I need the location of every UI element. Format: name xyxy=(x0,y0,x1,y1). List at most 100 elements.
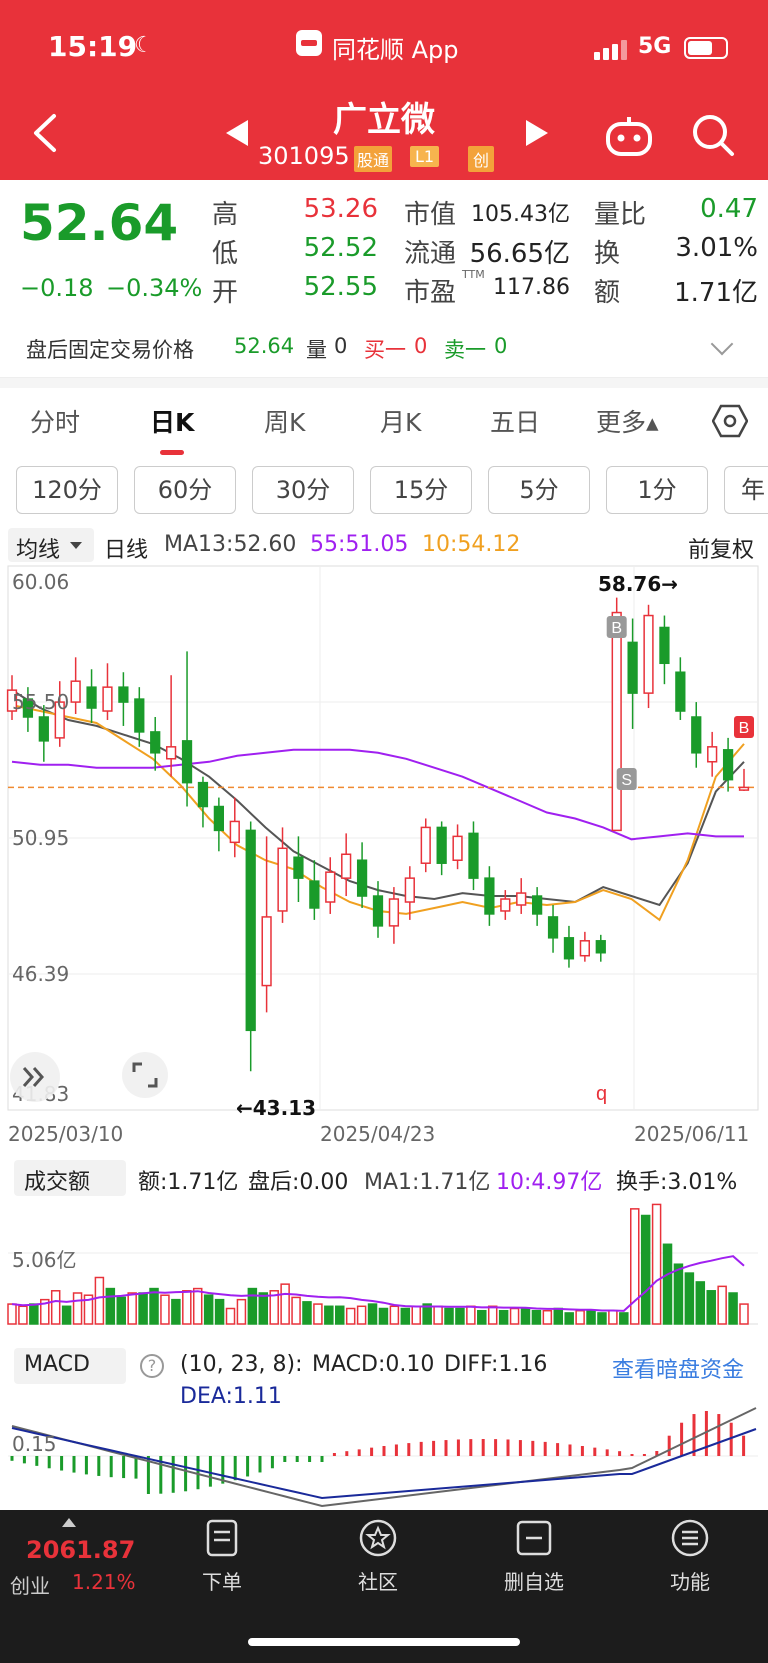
volume-bar xyxy=(542,1309,553,1325)
candle-body xyxy=(341,853,352,879)
macd-bar xyxy=(382,1446,386,1456)
macd-bar xyxy=(407,1443,411,1456)
menu-icon[interactable] xyxy=(670,1518,710,1558)
macd-bar xyxy=(481,1439,485,1456)
volume-bar xyxy=(553,1307,564,1325)
bottom-item-functions[interactable]: 功能 xyxy=(640,1566,740,1595)
candle-body xyxy=(38,716,49,742)
candle-body xyxy=(213,805,224,832)
candle-body xyxy=(675,671,686,712)
macd-bar xyxy=(171,1456,175,1493)
candle-body xyxy=(293,856,304,879)
volume-bar xyxy=(203,1294,214,1325)
candle-body xyxy=(277,847,288,912)
candle-body xyxy=(372,895,384,927)
volume-bar xyxy=(160,1294,170,1325)
volume-bar xyxy=(378,1307,389,1325)
candle-body xyxy=(707,746,718,763)
volume-bar xyxy=(466,1305,476,1325)
volume-bar xyxy=(662,1243,673,1325)
candle-body xyxy=(181,740,193,784)
macd-dark-pool-link[interactable]: 查看暗盘资金 xyxy=(612,1352,744,1384)
volume-bar xyxy=(138,1292,148,1325)
volume-bar xyxy=(335,1305,345,1325)
order-icon[interactable] xyxy=(202,1518,242,1558)
candle-body xyxy=(86,686,97,709)
macd-bar xyxy=(208,1456,212,1487)
macd-bar xyxy=(543,1441,547,1456)
candle-body xyxy=(452,835,463,861)
bottom-item-community[interactable]: 社区 xyxy=(328,1566,428,1595)
volume-bar xyxy=(706,1290,716,1325)
bottom-item-remove-watchlist[interactable]: 删自选 xyxy=(484,1566,584,1595)
help-icon[interactable]: ? xyxy=(140,1354,164,1378)
candle-body xyxy=(595,940,606,954)
macd-bar xyxy=(605,1449,609,1456)
vol-ma10: 10:4.97亿 xyxy=(496,1170,603,1195)
community-icon[interactable] xyxy=(358,1518,398,1558)
index-pct: 1.21% xyxy=(72,1570,136,1594)
candle-body xyxy=(325,871,336,903)
volume-bar xyxy=(214,1298,225,1325)
candle-body xyxy=(356,859,368,897)
macd-bar xyxy=(394,1444,398,1456)
volume-bar xyxy=(356,1305,367,1325)
macd-bar xyxy=(47,1456,51,1469)
candle-body xyxy=(245,829,256,1032)
candle-body xyxy=(404,877,415,903)
y-tick: 50.95 xyxy=(12,826,70,850)
macd-bar xyxy=(35,1456,39,1466)
volume-bar xyxy=(739,1303,749,1325)
expand-up-icon[interactable] xyxy=(62,1518,76,1527)
trade-marker-label: B xyxy=(739,720,750,737)
candle-body xyxy=(722,749,734,781)
macd-bar xyxy=(742,1435,746,1456)
macd-bar xyxy=(370,1447,374,1456)
macd-bar xyxy=(444,1440,448,1456)
volume-bar xyxy=(247,1287,258,1325)
remove-watchlist-icon[interactable] xyxy=(514,1518,554,1558)
volume-bar xyxy=(345,1307,356,1325)
candle-body xyxy=(532,895,543,915)
candle-body xyxy=(436,826,447,864)
macd-bar xyxy=(332,1453,336,1456)
low-annotation: ←43.13 xyxy=(236,1096,317,1120)
candle-body xyxy=(388,898,400,927)
volume-bar xyxy=(597,1312,607,1325)
macd-dea: DEA:1.11 xyxy=(180,1384,282,1409)
candle-body xyxy=(150,731,161,754)
macd-bar xyxy=(494,1439,498,1456)
kline-chart[interactable]: B S Bq xyxy=(0,0,768,1510)
bottom-item-order[interactable]: 下单 xyxy=(172,1566,272,1595)
macd-bar xyxy=(22,1456,26,1464)
fit-screen-icon[interactable] xyxy=(122,1052,168,1098)
macd-bar xyxy=(246,1456,250,1477)
volume-bar xyxy=(433,1305,443,1325)
volume-bar xyxy=(389,1305,400,1325)
volume-bar xyxy=(564,1312,574,1325)
candle-body xyxy=(547,916,559,939)
macd-bar xyxy=(717,1414,721,1456)
macd-bar xyxy=(84,1456,88,1475)
index-value[interactable]: 2061.87 xyxy=(26,1536,135,1564)
volume-bar xyxy=(673,1263,684,1325)
volume-bar xyxy=(291,1296,301,1325)
macd-bar xyxy=(357,1449,361,1456)
macd-bar xyxy=(630,1454,634,1456)
index-name: 创业 xyxy=(10,1574,50,1598)
macd-bar xyxy=(134,1456,138,1479)
macd-bar xyxy=(593,1447,597,1456)
volume-bar xyxy=(586,1309,596,1325)
volume-bar xyxy=(651,1203,662,1325)
macd-bar xyxy=(568,1444,572,1456)
volume-bar xyxy=(50,1290,61,1325)
candle-body xyxy=(468,832,479,879)
expand-icon[interactable] xyxy=(10,1052,60,1102)
x-tick: 2025/06/11 xyxy=(634,1122,750,1146)
candle-body xyxy=(627,641,638,694)
macd-bar xyxy=(469,1439,473,1456)
macd-bar xyxy=(10,1456,14,1461)
macd-bar xyxy=(258,1456,262,1473)
macd-diff: DIFF:1.16 xyxy=(444,1352,548,1377)
volume-bar xyxy=(313,1303,323,1325)
